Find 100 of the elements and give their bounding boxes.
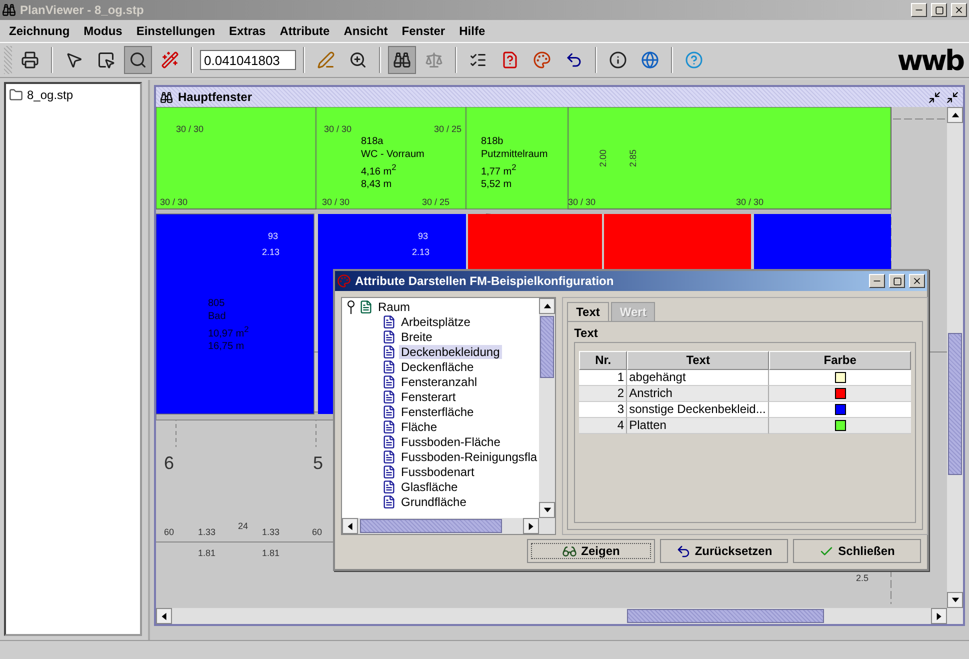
column-header[interactable]: Nr.	[579, 351, 628, 370]
maximize-button[interactable]	[889, 274, 905, 288]
pen-icon	[317, 51, 335, 69]
scrollbar-thumb[interactable]	[540, 316, 554, 378]
room-label: 16,75 m	[208, 340, 246, 354]
table-cell: Anstrich	[627, 386, 770, 402]
tree-item[interactable]: Fensterart	[399, 390, 458, 404]
room-area[interactable]	[156, 107, 316, 210]
scroll-right-button[interactable]	[931, 608, 947, 624]
dimension-label: 2.13	[262, 247, 280, 258]
triangle-left-icon	[346, 522, 354, 530]
close-button[interactable]: Schließen	[793, 539, 921, 563]
maximize-button[interactable]	[931, 3, 947, 17]
room-label: 1,77 m$^{2}$	[481, 161, 518, 178]
menu-item[interactable]: Fenster	[394, 22, 452, 40]
tree-item[interactable]: Raum	[376, 300, 412, 314]
minimize-button[interactable]	[869, 274, 885, 288]
show-button[interactable]: Zeigen	[527, 539, 655, 563]
binoculars-button[interactable]	[388, 46, 416, 74]
menu-item[interactable]: Attribute	[272, 22, 337, 40]
menu-item[interactable]: Extras	[222, 22, 273, 40]
search-icon	[129, 51, 147, 69]
scroll-right-button[interactable]	[523, 518, 540, 534]
column-header[interactable]: Farbe	[769, 351, 912, 370]
minimize-button[interactable]	[911, 3, 927, 17]
tree-item[interactable]: Fussboden-Fläche	[399, 434, 502, 448]
dimension-label: 60	[312, 527, 322, 538]
binoculars-icon	[160, 90, 173, 104]
scrollbar-thumb[interactable]	[948, 333, 962, 475]
room-label: Putzmittelraum	[481, 148, 548, 161]
scale-field[interactable]: 0.041041803	[200, 50, 296, 70]
triangle-up-icon	[950, 110, 960, 120]
tree-item[interactable]: Arbeitsplätze	[399, 314, 472, 328]
dimension-label: 30 / 25	[422, 197, 450, 208]
tree-item[interactable]: Deckenbekleidung	[399, 344, 502, 358]
tree-item[interactable]: Breite	[399, 330, 434, 344]
dimension-label: 30 / 25	[434, 124, 462, 136]
scroll-up-button[interactable]	[947, 107, 963, 123]
table-cell: abgehängt	[627, 370, 770, 386]
scroll-down-button[interactable]	[947, 592, 963, 608]
menu-item[interactable]: Ansicht	[336, 22, 395, 40]
dimension-label: 93	[418, 231, 428, 242]
scrollbar-thumb[interactable]	[360, 519, 502, 533]
table-cell: 4	[579, 418, 628, 434]
scroll-up-button[interactable]	[539, 298, 556, 314]
file-item[interactable]: 8_og.stp	[27, 88, 74, 102]
menu-item[interactable]: Modus	[76, 22, 130, 40]
menu-item[interactable]: Einstellungen	[129, 22, 222, 40]
toolbar-grip[interactable]	[4, 46, 12, 74]
attribute-icon	[382, 314, 396, 328]
scroll-left-button[interactable]	[342, 518, 358, 534]
tree-item[interactable]: Fensteranzahl	[399, 374, 480, 388]
triangle-right-icon	[934, 612, 944, 620]
menu-item[interactable]: Hilfe	[452, 22, 492, 40]
scroll-left-button[interactable]	[156, 608, 172, 624]
dimension-label: 2.00	[598, 149, 609, 167]
frame-title: Hauptfenster	[178, 90, 254, 104]
restore-icon[interactable]	[946, 90, 959, 104]
scroll-down-button[interactable]	[539, 502, 556, 518]
triangle-left-icon	[160, 612, 168, 620]
tree-node-handle-icon[interactable]	[346, 300, 356, 314]
tree-item[interactable]: Fussboden-Reinigungsfla	[399, 450, 540, 464]
dimension-label: 5	[313, 452, 324, 474]
room-area[interactable]	[316, 107, 466, 210]
tree-item[interactable]: Deckenfläche	[399, 360, 476, 374]
reset-button[interactable]: Zurücksetzen	[660, 539, 788, 563]
tree-item[interactable]: Fussbodenart	[399, 464, 476, 478]
maximize-icon	[934, 6, 944, 14]
tree-item[interactable]: Grundfläche	[399, 494, 468, 508]
triangle-down-icon	[950, 596, 960, 604]
dimension-label: 30 / 30	[568, 197, 596, 208]
dimension-label: 30 / 30	[324, 124, 352, 136]
close-button[interactable]	[909, 274, 925, 288]
close-icon	[954, 5, 964, 15]
vertical-scrollbar[interactable]	[539, 298, 556, 518]
room-label: 8,43 m	[361, 178, 393, 192]
printer-icon	[21, 51, 39, 69]
scale-icon	[425, 51, 443, 69]
tab[interactable]: Text	[567, 302, 609, 321]
search-button[interactable]	[124, 46, 152, 74]
menu-item[interactable]: Zeichnung	[2, 22, 77, 40]
dimension-label: 30 / 30	[736, 197, 764, 208]
room-label: 5,52 m	[481, 178, 513, 192]
info-icon	[609, 51, 627, 69]
room-area[interactable]	[466, 107, 568, 210]
maximize-icon	[892, 276, 902, 286]
vertical-scrollbar[interactable]	[947, 107, 963, 608]
restore-icon[interactable]	[928, 90, 941, 104]
tree-item[interactable]: Fensterfläche	[399, 404, 476, 418]
horizontal-scrollbar[interactable]	[342, 518, 556, 534]
undo-icon	[676, 544, 691, 558]
horizontal-scrollbar[interactable]	[156, 608, 963, 624]
tree-item[interactable]: Fläche	[399, 420, 440, 434]
attribute-icon	[382, 464, 396, 478]
close-button[interactable]	[951, 3, 967, 17]
tree-item[interactable]: Glasfläche	[399, 480, 460, 494]
scrollbar-thumb[interactable]	[627, 609, 824, 623]
attribute-icon	[382, 450, 396, 464]
column-header[interactable]: Text	[627, 351, 770, 370]
room-label: 818b	[481, 135, 504, 148]
